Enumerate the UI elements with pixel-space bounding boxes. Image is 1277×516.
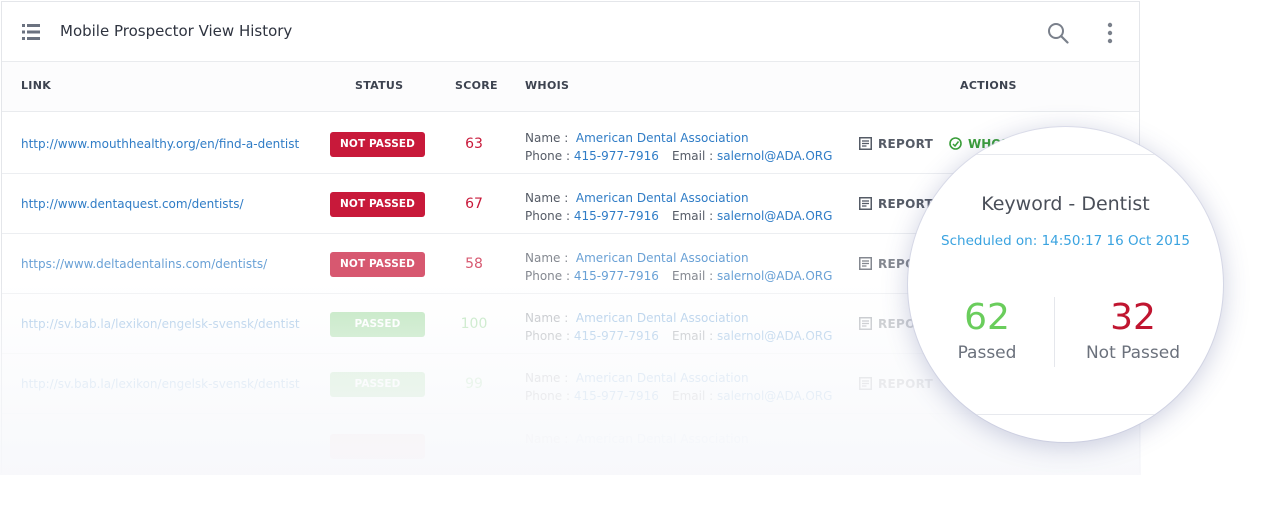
whois-email[interactable]: salernol@ADA.ORG: [717, 269, 832, 283]
whois-phone[interactable]: 415-977-7916: [574, 329, 659, 343]
report-icon: [859, 257, 872, 270]
not-passed-count: 32: [1110, 297, 1156, 338]
email-label: Email :: [672, 329, 714, 343]
report-icon: [859, 197, 872, 210]
scheduled-time[interactable]: Scheduled on: 14:50:17 16 Oct 2015: [908, 233, 1223, 249]
row-link[interactable]: http://www.mouthhealthy.org/en/find-a-de…: [21, 137, 299, 151]
status-badge: PASSED: [330, 372, 425, 397]
report-icon: [859, 137, 872, 150]
email-label: Email :: [672, 389, 714, 403]
email-label: Email :: [672, 209, 714, 223]
header: Mobile Prospector View History: [2, 2, 1139, 62]
not-passed-label: Not Passed: [1085, 343, 1181, 363]
status-badge: NOT PASSED: [330, 192, 425, 217]
column-header-link: LINK: [21, 79, 52, 92]
whois-name[interactable]: American Dental Association: [576, 311, 749, 325]
score-value: 58: [465, 256, 483, 272]
table-header: LINK STATUS SCORE WHOIS ACTIONS: [2, 62, 1139, 112]
column-header-status: STATUS: [355, 79, 404, 92]
passed-label: Passed: [957, 343, 1017, 363]
whois-name[interactable]: American Dental Association: [576, 191, 749, 205]
column-header-actions: ACTIONS: [960, 79, 1017, 92]
summary-title: Keyword - Dentist: [981, 193, 1150, 215]
email-label: Email :: [672, 149, 714, 163]
table-row: Name : American Dental Association: [2, 414, 1139, 473]
name-label: Name :: [525, 131, 569, 145]
name-label: Name :: [525, 191, 569, 205]
whois-info: Name : American Dental Association: [525, 430, 749, 448]
status-badge: [330, 434, 425, 459]
report-label: REPORT: [878, 377, 934, 391]
whois-email[interactable]: salernol@ADA.ORG: [717, 389, 832, 403]
phone-label: Phone :: [525, 329, 571, 343]
row-link[interactable]: https://www.deltadentalins.com/dentists/: [21, 257, 267, 271]
report-button[interactable]: REPORT: [859, 377, 933, 391]
whois-name[interactable]: American Dental Association: [576, 371, 749, 385]
whois-phone[interactable]: 415-977-7916: [574, 149, 659, 163]
name-label: Name :: [525, 432, 569, 446]
passed-count: 62: [964, 297, 1010, 338]
whois-email[interactable]: salernol@ADA.ORG: [717, 329, 832, 343]
whois-info: Name : American Dental Association Phone…: [525, 369, 832, 405]
divider: [908, 414, 1223, 415]
search-icon[interactable]: [1047, 22, 1069, 44]
report-button[interactable]: REPORT: [859, 137, 933, 151]
stat-divider: [1054, 297, 1055, 367]
whois-name[interactable]: American Dental Association: [576, 251, 749, 265]
row-link[interactable]: http://www.dentaquest.com/dentists/: [21, 197, 244, 211]
score-value: 67: [465, 196, 483, 212]
name-label: Name :: [525, 311, 569, 325]
whois-name[interactable]: American Dental Association: [576, 432, 749, 446]
refresh-icon: [949, 137, 962, 150]
whois-phone[interactable]: 415-977-7916: [574, 269, 659, 283]
phone-label: Phone :: [525, 209, 571, 223]
phone-label: Phone :: [525, 149, 571, 163]
row-link[interactable]: http://sv.bab.la/lexikon/engelsk-svensk/…: [21, 317, 300, 331]
status-badge: PASSED: [330, 312, 425, 337]
whois-phone[interactable]: 415-977-7916: [574, 389, 659, 403]
whois-name[interactable]: American Dental Association: [576, 131, 749, 145]
whois-email[interactable]: salernol@ADA.ORG: [717, 149, 832, 163]
list-menu-icon[interactable]: [22, 24, 40, 40]
page-title: Mobile Prospector View History: [60, 22, 293, 40]
column-header-whois: WHOIS: [525, 79, 570, 92]
status-badge: NOT PASSED: [330, 132, 425, 157]
score-value: 63: [465, 136, 483, 152]
name-label: Name :: [525, 251, 569, 265]
row-link[interactable]: http://sv.bab.la/lexikon/engelsk-svensk/…: [21, 377, 300, 391]
keyword-summary-zoom: Keyword - Dentist Scheduled on: 14:50:17…: [908, 127, 1223, 442]
whois-info: Name : American Dental Association Phone…: [525, 249, 832, 285]
whois-info: Name : American Dental Association Phone…: [525, 309, 832, 345]
score-value: 99: [465, 376, 483, 392]
more-vertical-icon[interactable]: [1105, 22, 1115, 44]
whois-info: Name : American Dental Association Phone…: [525, 189, 832, 225]
whois-info: Name : American Dental Association Phone…: [525, 129, 832, 165]
score-value: 100: [460, 316, 488, 332]
name-label: Name :: [525, 371, 569, 385]
phone-label: Phone :: [525, 389, 571, 403]
phone-label: Phone :: [525, 269, 571, 283]
report-icon: [859, 377, 872, 390]
report-label: REPORT: [878, 137, 934, 151]
whois-email[interactable]: salernol@ADA.ORG: [717, 209, 832, 223]
email-label: Email :: [672, 269, 714, 283]
status-badge: NOT PASSED: [330, 252, 425, 277]
divider: [908, 154, 1223, 155]
report-icon: [859, 317, 872, 330]
column-header-score: SCORE: [455, 79, 498, 92]
whois-phone[interactable]: 415-977-7916: [574, 209, 659, 223]
